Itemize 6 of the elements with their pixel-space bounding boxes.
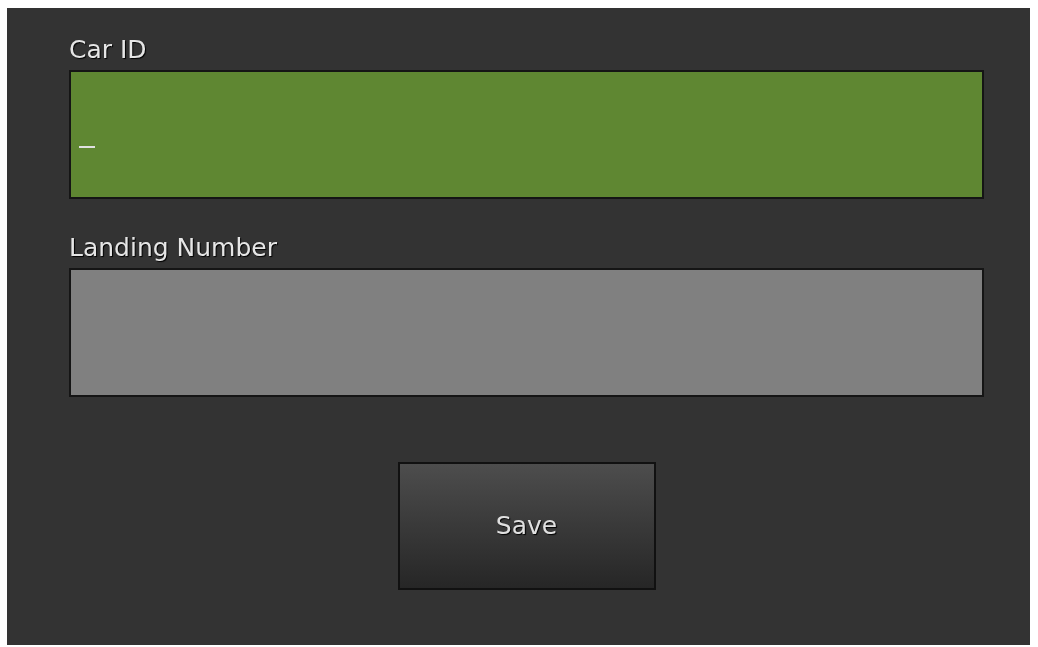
field-label: Car ID <box>69 34 148 66</box>
input-field[interactable] <box>69 268 984 397</box>
text-cursor <box>79 145 95 148</box>
field-label: Landing Number <box>69 232 278 264</box>
input-field[interactable] <box>69 70 984 199</box>
save-button[interactable]: Save <box>397 462 656 590</box>
